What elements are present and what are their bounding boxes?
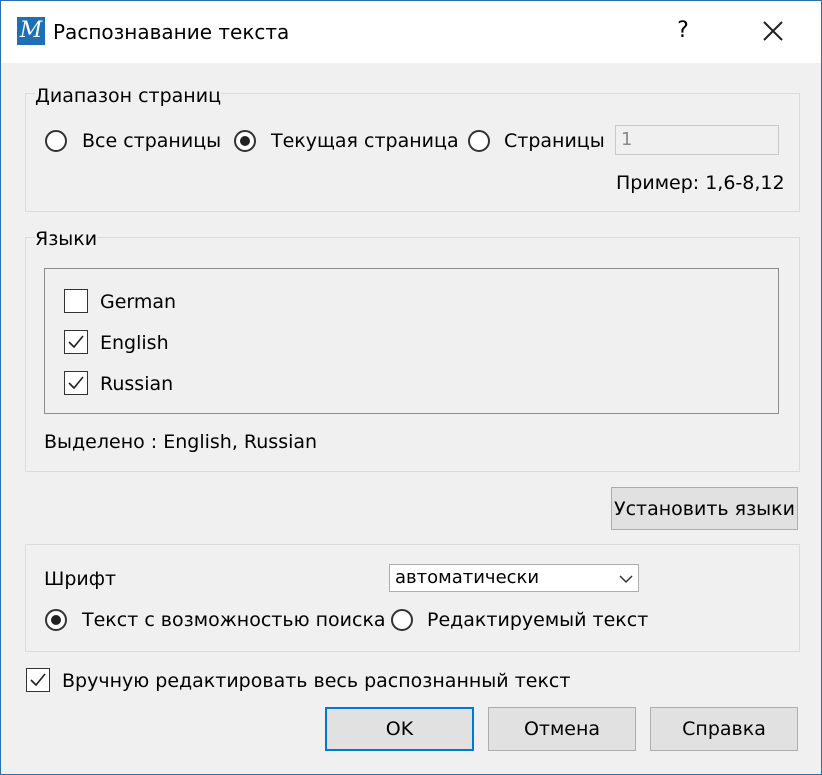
checkbox-manual-edit[interactable]	[26, 668, 50, 692]
radio-searchable-text[interactable]	[45, 609, 67, 631]
radio-all-pages-label[interactable]: Все страницы	[82, 129, 221, 153]
font-label: Шрифт	[44, 568, 117, 590]
title-bar[interactable]: M Распознавание текста ?	[1, 1, 821, 63]
radio-pages-label[interactable]: Страницы	[504, 129, 605, 153]
language-english-label[interactable]: English	[100, 331, 169, 355]
checkmark-icon	[30, 673, 46, 687]
checkbox-english[interactable]	[64, 330, 88, 354]
chevron-down-icon[interactable]	[618, 571, 634, 590]
checkbox-russian[interactable]	[64, 371, 88, 395]
app-logo-icon: M	[17, 17, 45, 45]
radio-searchable-text-label[interactable]: Текст с возможностью поиска	[82, 608, 386, 632]
checkbox-german[interactable]	[64, 289, 88, 313]
selected-languages-text: Выделено : English, Russian	[44, 431, 318, 453]
radio-current-page[interactable]	[234, 130, 256, 152]
language-german-label[interactable]: German	[100, 290, 176, 314]
radio-all-pages[interactable]	[45, 130, 67, 152]
ocr-dialog: M Распознавание текста ? Диапазон страни…	[0, 0, 822, 775]
radio-editable-text[interactable]	[391, 609, 413, 631]
font-select-value: автоматически	[395, 567, 540, 588]
manual-edit-label[interactable]: Вручную редактировать весь распознанный …	[62, 669, 570, 693]
help-icon[interactable]: ?	[665, 13, 701, 49]
pages-input[interactable]: 1	[615, 125, 779, 155]
radio-editable-text-label[interactable]: Редактируемый текст	[427, 608, 648, 632]
radio-pages[interactable]	[468, 130, 490, 152]
install-languages-button[interactable]: Установить языки	[611, 487, 798, 530]
font-group	[25, 544, 800, 652]
window-title: Распознавание текста	[53, 20, 290, 44]
page-range-legend: Диапазон страниц	[35, 84, 222, 108]
languages-legend: Языки	[35, 227, 98, 251]
checkmark-icon	[68, 335, 84, 349]
help-button[interactable]: Справка	[650, 707, 798, 751]
radio-current-page-label[interactable]: Текущая страница	[271, 129, 459, 153]
pages-example-text: Пример: 1,6-8,12	[616, 172, 785, 194]
ok-button[interactable]: OK	[325, 707, 474, 751]
language-russian-label[interactable]: Russian	[100, 372, 173, 396]
checkmark-icon	[68, 376, 84, 390]
cancel-button[interactable]: Отмена	[488, 707, 636, 751]
font-select[interactable]: автоматически	[389, 564, 639, 592]
close-icon[interactable]	[747, 11, 799, 51]
